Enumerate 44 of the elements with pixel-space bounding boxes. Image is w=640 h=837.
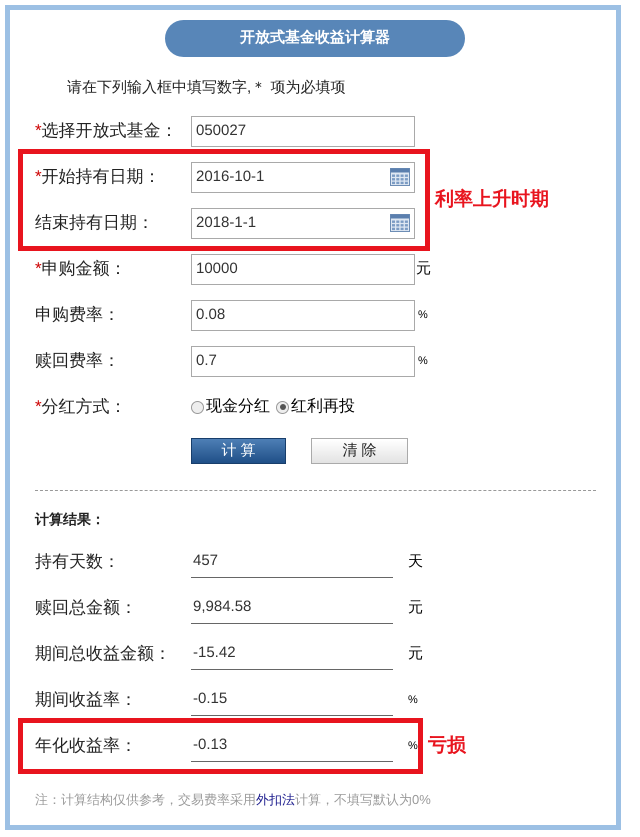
method-link[interactable]: 外扣法 bbox=[256, 792, 295, 807]
field-label: 结束持有日期： bbox=[35, 212, 155, 234]
input-field[interactable]: 0.08 bbox=[191, 300, 415, 330]
calendar-icon[interactable] bbox=[390, 214, 410, 232]
radio-option[interactable]: 现金分红 bbox=[191, 395, 270, 419]
instruction-text: 请在下列输入框中填写数字,＊ 项为必填项 bbox=[67, 78, 346, 98]
unit-label: 天 bbox=[408, 552, 423, 572]
field-label: 赎回费率： bbox=[35, 350, 121, 372]
unit-label: 元 bbox=[416, 258, 431, 279]
unit-label: 元 bbox=[408, 598, 423, 618]
field-label: *选择开放式基金： bbox=[35, 120, 179, 142]
note-text: 注：计算结构仅供参考，交易费率采用外扣法计算，不填写默认为0% bbox=[35, 791, 432, 809]
input-field[interactable]: 0.7 bbox=[191, 346, 415, 376]
input-field[interactable]: 10000 bbox=[191, 254, 415, 284]
field-label: *申购金额： bbox=[35, 258, 128, 280]
result-label: 期间总收益金额： bbox=[35, 643, 172, 666]
result-field: 457 bbox=[191, 546, 393, 578]
field-label: *开始持有日期： bbox=[35, 166, 162, 188]
calculate-button[interactable]: 计 算 bbox=[191, 438, 286, 464]
field-label: *分红方式： bbox=[35, 396, 128, 418]
result-label: 期间收益率： bbox=[35, 689, 138, 712]
results-heading: 计算结果： bbox=[35, 510, 106, 529]
input-field[interactable]: 050027 bbox=[191, 116, 415, 146]
result-label: 赎回总金额： bbox=[35, 597, 138, 620]
clear-button[interactable]: 清 除 bbox=[311, 438, 408, 464]
title-banner: 开放式基金收益计算器 bbox=[165, 20, 465, 57]
result-field: -0.13 bbox=[191, 730, 393, 762]
result-field: -0.15 bbox=[191, 684, 393, 716]
annotation-text: 利率上升时期 bbox=[435, 188, 549, 212]
radio-option[interactable]: 红利再投 bbox=[276, 395, 355, 419]
date-field[interactable]: 2018-1-1 bbox=[191, 208, 415, 238]
result-field: 9,984.58 bbox=[191, 592, 393, 624]
unit-label: % bbox=[408, 738, 418, 754]
calendar-icon[interactable] bbox=[390, 168, 410, 186]
unit-label: % bbox=[418, 354, 428, 369]
annotation-text: 亏损 bbox=[428, 734, 466, 758]
unit-label: % bbox=[418, 308, 428, 323]
date-field[interactable]: 2016-10-1 bbox=[191, 162, 415, 192]
result-label: 年化收益率： bbox=[35, 735, 138, 758]
result-label: 持有天数： bbox=[35, 551, 121, 574]
field-label: 申购费率： bbox=[35, 304, 121, 326]
unit-label: 元 bbox=[408, 644, 423, 664]
unit-label: % bbox=[408, 692, 418, 708]
result-field: -15.42 bbox=[191, 638, 393, 670]
